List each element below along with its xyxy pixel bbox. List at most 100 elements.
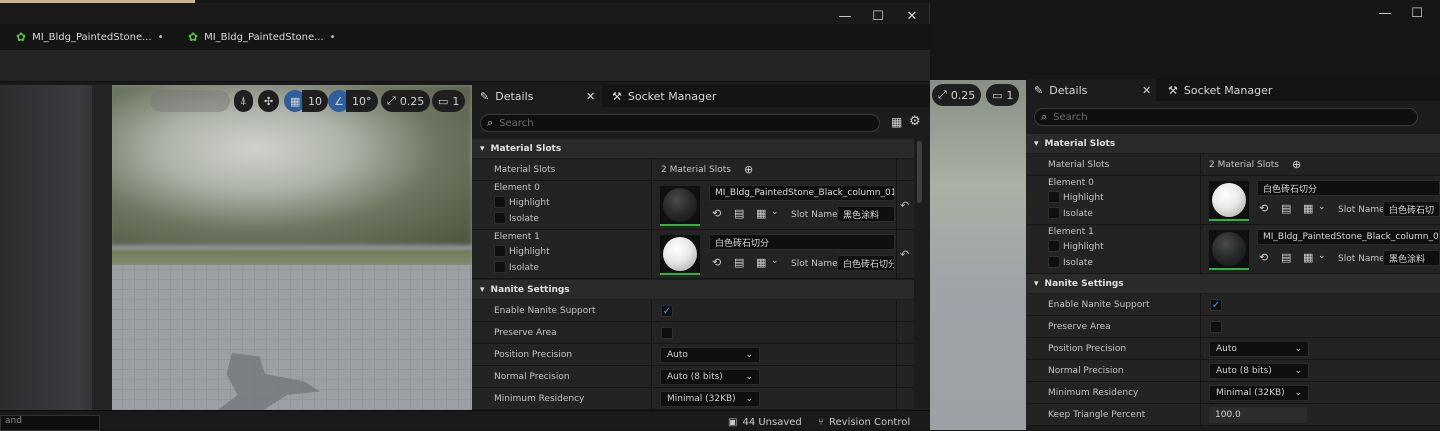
add-slot-icon[interactable]: ⊕ — [1292, 158, 1301, 171]
world-local-button[interactable]: ✣ — [258, 90, 280, 112]
preserve-area-checkbox[interactable] — [1210, 321, 1222, 333]
browse-icon[interactable]: ⟲ — [1259, 202, 1268, 215]
details-scrollbar[interactable] — [917, 141, 922, 203]
gear-icon[interactable]: ⚙ — [909, 114, 921, 129]
minimize-icon[interactable]: — — [1378, 6, 1392, 21]
slot-name-input[interactable]: 黑色涂料 — [837, 206, 895, 222]
isolate-checkbox[interactable] — [1048, 207, 1060, 219]
folder-icon[interactable]: ▤ — [1281, 251, 1291, 264]
browse-icon[interactable]: ⟲ — [712, 256, 721, 269]
maximize-icon[interactable]: ☐ — [871, 9, 885, 24]
rotation-snap-value[interactable]: 10° — [346, 90, 378, 112]
position-precision-dropdown[interactable]: Auto ⌄ — [660, 347, 760, 363]
isolate-checkbox[interactable] — [1048, 256, 1060, 268]
folder-icon[interactable]: ▤ — [734, 207, 744, 220]
minimum-residency-dropdown[interactable]: Minimal (32KB) ⌄ — [660, 391, 760, 407]
highlight-checkbox[interactable] — [494, 196, 506, 208]
chevron-down-icon: ⌄ — [1294, 344, 1302, 354]
close-tab-icon[interactable]: ✕ — [1142, 84, 1151, 97]
browse-icon[interactable]: ⟲ — [1259, 251, 1268, 264]
chevron-down-icon: ⌄ — [745, 350, 753, 360]
highlight-checkbox[interactable] — [1048, 191, 1060, 203]
add-slot-icon[interactable]: ⊕ — [744, 163, 753, 176]
section-nanite-settings[interactable]: ▾ Nanite Settings — [472, 280, 914, 299]
maximize-icon[interactable]: ☐ — [1410, 6, 1424, 21]
camera-speed-pill[interactable]: ▭ 1 — [986, 84, 1020, 106]
section-nanite-settings[interactable]: ▾ Nanite Settings — [1026, 274, 1440, 293]
chevron-down-icon[interactable]: ⌄ — [1318, 251, 1326, 261]
surface-snap-button[interactable]: ⍋ — [234, 90, 253, 112]
highlight-checkbox[interactable] — [494, 245, 506, 257]
column-divider — [651, 300, 652, 321]
tab-details[interactable]: ✎ Details ✕ — [1026, 79, 1156, 101]
checker-icon[interactable]: ▦ — [1303, 202, 1313, 215]
slot-name-input[interactable]: 白色砖石切分 — [837, 255, 895, 271]
enable-nanite-checkbox[interactable]: ✓ — [661, 305, 673, 317]
scale-snap-pill[interactable]: ⤢ 0.25 — [932, 84, 982, 106]
revision-label: Revision Control — [829, 417, 911, 428]
command-input[interactable]: and — [0, 415, 100, 431]
reset-icon[interactable]: ↶ — [900, 248, 909, 261]
folder-icon[interactable]: ▤ — [1281, 202, 1291, 215]
reset-icon[interactable]: ↶ — [900, 199, 909, 212]
tab-socket-manager[interactable]: ⚒ Socket Manager — [604, 85, 764, 107]
slot-count: 2 Material Slots — [661, 165, 731, 175]
document-tab-1[interactable]: ✿ MI_Bldg_PaintedStone... • — [10, 24, 180, 50]
document-tab-2[interactable]: ✿ MI_Bldg_PaintedStone... • — [182, 24, 352, 50]
chevron-down-icon[interactable]: ⌄ — [771, 256, 779, 266]
checker-icon[interactable]: ▦ — [1303, 251, 1313, 264]
slot-name-input[interactable]: 白色砖石切 — [1383, 201, 1440, 217]
panel-tabs: ✎ Details ✕ ⚒ Socket Manager — [1026, 79, 1440, 101]
normal-precision-dropdown[interactable]: Auto (8 bits) ⌄ — [1209, 363, 1309, 379]
section-material-slots[interactable]: ▾ Material Slots — [1026, 134, 1440, 153]
material-picker[interactable]: 白色砖石切分 — [1257, 180, 1440, 196]
isolate-checkbox[interactable] — [494, 212, 506, 224]
viewport[interactable] — [0, 85, 472, 410]
scale-snap-pill[interactable]: ⤢ 0.25 — [381, 90, 431, 112]
checker-icon[interactable]: ▦ — [756, 256, 766, 269]
column-divider — [651, 181, 652, 229]
keep-triangle-input[interactable]: 100.0 — [1209, 407, 1307, 423]
normal-precision-dropdown[interactable]: Auto (8 bits) ⌄ — [660, 369, 760, 385]
close-tab-icon[interactable]: ✕ — [586, 90, 595, 103]
camera-speed-pill[interactable]: ▭ 1 — [432, 90, 466, 112]
chevron-down-icon[interactable]: ⌄ — [1318, 202, 1326, 212]
folder-icon[interactable]: ▤ — [734, 256, 744, 269]
close-icon[interactable]: ✕ — [905, 9, 919, 24]
search-input[interactable]: ⌕ Search — [1034, 108, 1418, 126]
tab-details[interactable]: ✎ Details ✕ — [472, 85, 602, 107]
transform-tools[interactable] — [150, 90, 230, 112]
material-thumbnail[interactable] — [1209, 181, 1249, 221]
material-picker[interactable]: 白色砖石切分 — [709, 234, 895, 250]
browse-icon[interactable]: ⟲ — [712, 207, 721, 220]
material-thumbnail[interactable] — [660, 186, 700, 226]
material-thumbnail[interactable] — [1209, 230, 1249, 270]
revision-control-button[interactable]: ⑂ Revision Control — [818, 417, 910, 428]
unsaved-button[interactable]: ▣ 44 Unsaved — [728, 417, 802, 428]
table-view-icon[interactable]: ▦ — [891, 115, 902, 129]
chevron-down-icon: ▾ — [480, 284, 485, 295]
highlight-checkbox[interactable] — [1048, 240, 1060, 252]
material-picker[interactable]: MI_Bldg_PaintedStone_Black_column_012 — [709, 185, 895, 201]
minimize-icon[interactable]: — — [838, 9, 852, 24]
rotation-snap-text: 10° — [352, 94, 372, 108]
isolate-checkbox[interactable] — [494, 261, 506, 273]
chevron-down-icon: ⌄ — [1294, 366, 1302, 376]
dropdown-value: Auto — [667, 350, 688, 360]
tab-socket-manager[interactable]: ⚒ Socket Manager — [1160, 79, 1320, 101]
preserve-area-checkbox[interactable] — [661, 327, 673, 339]
tab-socket-label: Socket Manager — [1183, 83, 1273, 97]
position-precision-dropdown[interactable]: Auto ⌄ — [1209, 341, 1309, 357]
minimum-residency-dropdown[interactable]: Minimal (32KB) ⌄ — [1209, 385, 1309, 401]
position-precision-row: Position Precision Auto ⌄ — [472, 344, 914, 366]
search-input[interactable]: ⌕ Search — [480, 114, 880, 132]
material-thumbnail[interactable] — [660, 235, 700, 275]
chevron-down-icon[interactable]: ⌄ — [771, 207, 779, 217]
second-viewport[interactable]: ⤢ 0.25 ▭ 1 — [930, 80, 1030, 430]
checker-icon[interactable]: ▦ — [756, 207, 766, 220]
section-material-slots[interactable]: ▾ Material Slots — [472, 139, 914, 158]
enable-nanite-checkbox[interactable]: ✓ — [1210, 299, 1222, 311]
material-picker[interactable]: MI_Bldg_PaintedStone_Black_column_009 — [1257, 229, 1440, 245]
grid-snap-value[interactable]: 10 — [302, 90, 328, 112]
slot-name-input[interactable]: 黑色涂料 — [1383, 250, 1440, 266]
